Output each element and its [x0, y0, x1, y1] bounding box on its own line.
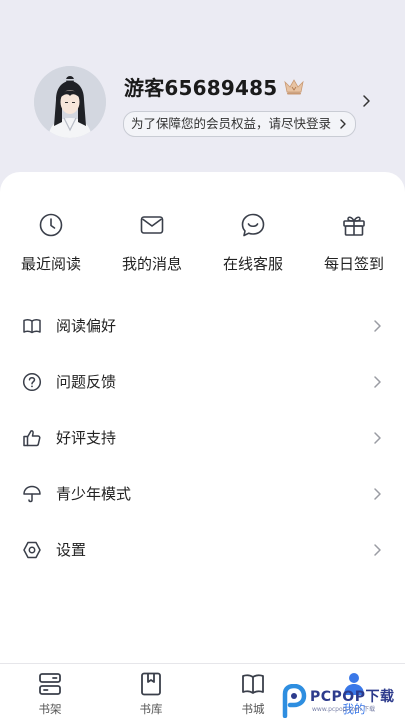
- settings-hex-icon: [23, 541, 41, 559]
- quick-action-label: 我的消息: [121, 255, 182, 273]
- chevron-right-icon: [340, 119, 346, 129]
- thumbs-up-icon: [23, 430, 41, 447]
- customer-service-icon: [241, 213, 265, 237]
- umbrella-icon: [23, 485, 41, 503]
- tab-bookshelf[interactable]: 书架: [10, 664, 90, 721]
- gift-icon: [343, 216, 365, 236]
- open-book-icon: [242, 674, 264, 694]
- menu-item-reading-preference[interactable]: 阅读偏好: [0, 298, 405, 354]
- menu-item-label: 阅读偏好: [56, 317, 117, 335]
- menu-item-teen-mode[interactable]: 青少年模式: [0, 466, 405, 522]
- menu-item-label: 青少年模式: [56, 485, 132, 503]
- quick-action-recent-reading[interactable]: 最近阅读: [1, 212, 101, 276]
- vip-crown-icon: [284, 79, 304, 95]
- menu-item-settings[interactable]: 设置: [0, 522, 405, 578]
- book-open-icon: [23, 319, 41, 334]
- profile-chevron-right-icon[interactable]: [359, 94, 373, 108]
- mail-icon: [140, 216, 164, 234]
- tab-label: 书库: [139, 702, 163, 716]
- avatar[interactable]: [34, 66, 106, 138]
- tab-label: 书城: [241, 702, 265, 716]
- clock-icon: [39, 213, 63, 237]
- quick-action-label: 每日签到: [323, 255, 384, 273]
- quick-action-messages[interactable]: 我的消息: [102, 212, 202, 276]
- watermark-brand: PCPOP下载: [310, 689, 395, 705]
- profile-header: 游客65689485 为了保障您的会员权益，请尽快登录: [0, 0, 405, 190]
- chevron-right-icon: [374, 320, 381, 332]
- login-prompt-button[interactable]: 为了保障您的会员权益，请尽快登录: [123, 111, 357, 137]
- tab-label: 书架: [38, 702, 62, 716]
- menu-item-label: 好评支持: [56, 429, 117, 447]
- username: 游客65689485: [124, 75, 278, 100]
- chevron-right-icon: [374, 544, 381, 556]
- chevron-right-icon: [374, 488, 381, 500]
- chevron-right-icon: [374, 376, 381, 388]
- chevron-right-icon: [374, 432, 381, 444]
- quick-action-customer-service[interactable]: 在线客服: [203, 212, 303, 276]
- quick-action-daily-checkin[interactable]: 每日签到: [304, 212, 404, 276]
- menu-item-label: 问题反馈: [56, 373, 117, 391]
- watermark-logo: PCPOP下载 www.pcpop.com 下载: [280, 682, 405, 718]
- menu-item-feedback[interactable]: 问题反馈: [0, 354, 405, 410]
- tab-library[interactable]: 书库: [111, 664, 191, 721]
- username-row: 游客65689485: [124, 72, 305, 100]
- avatar-image: [34, 66, 106, 138]
- watermark-sub: www.pcpop.com 下载: [312, 706, 376, 713]
- bookmark-icon: [141, 672, 161, 696]
- login-prompt-text: 为了保障您的会员权益，请尽快登录: [131, 116, 332, 131]
- main-card: 最近阅读 我的消息 在线客服 每日签到 阅读偏好 问题反馈 好评支持 青少年模式…: [0, 172, 405, 664]
- question-icon: [22, 372, 42, 392]
- menu-item-label: 设置: [56, 541, 87, 559]
- quick-action-label: 最近阅读: [20, 255, 81, 273]
- pcpop-logo-icon: [282, 684, 307, 718]
- quick-action-label: 在线客服: [222, 255, 283, 273]
- menu-item-rate-support[interactable]: 好评支持: [0, 410, 405, 466]
- bookshelf-icon: [39, 673, 61, 695]
